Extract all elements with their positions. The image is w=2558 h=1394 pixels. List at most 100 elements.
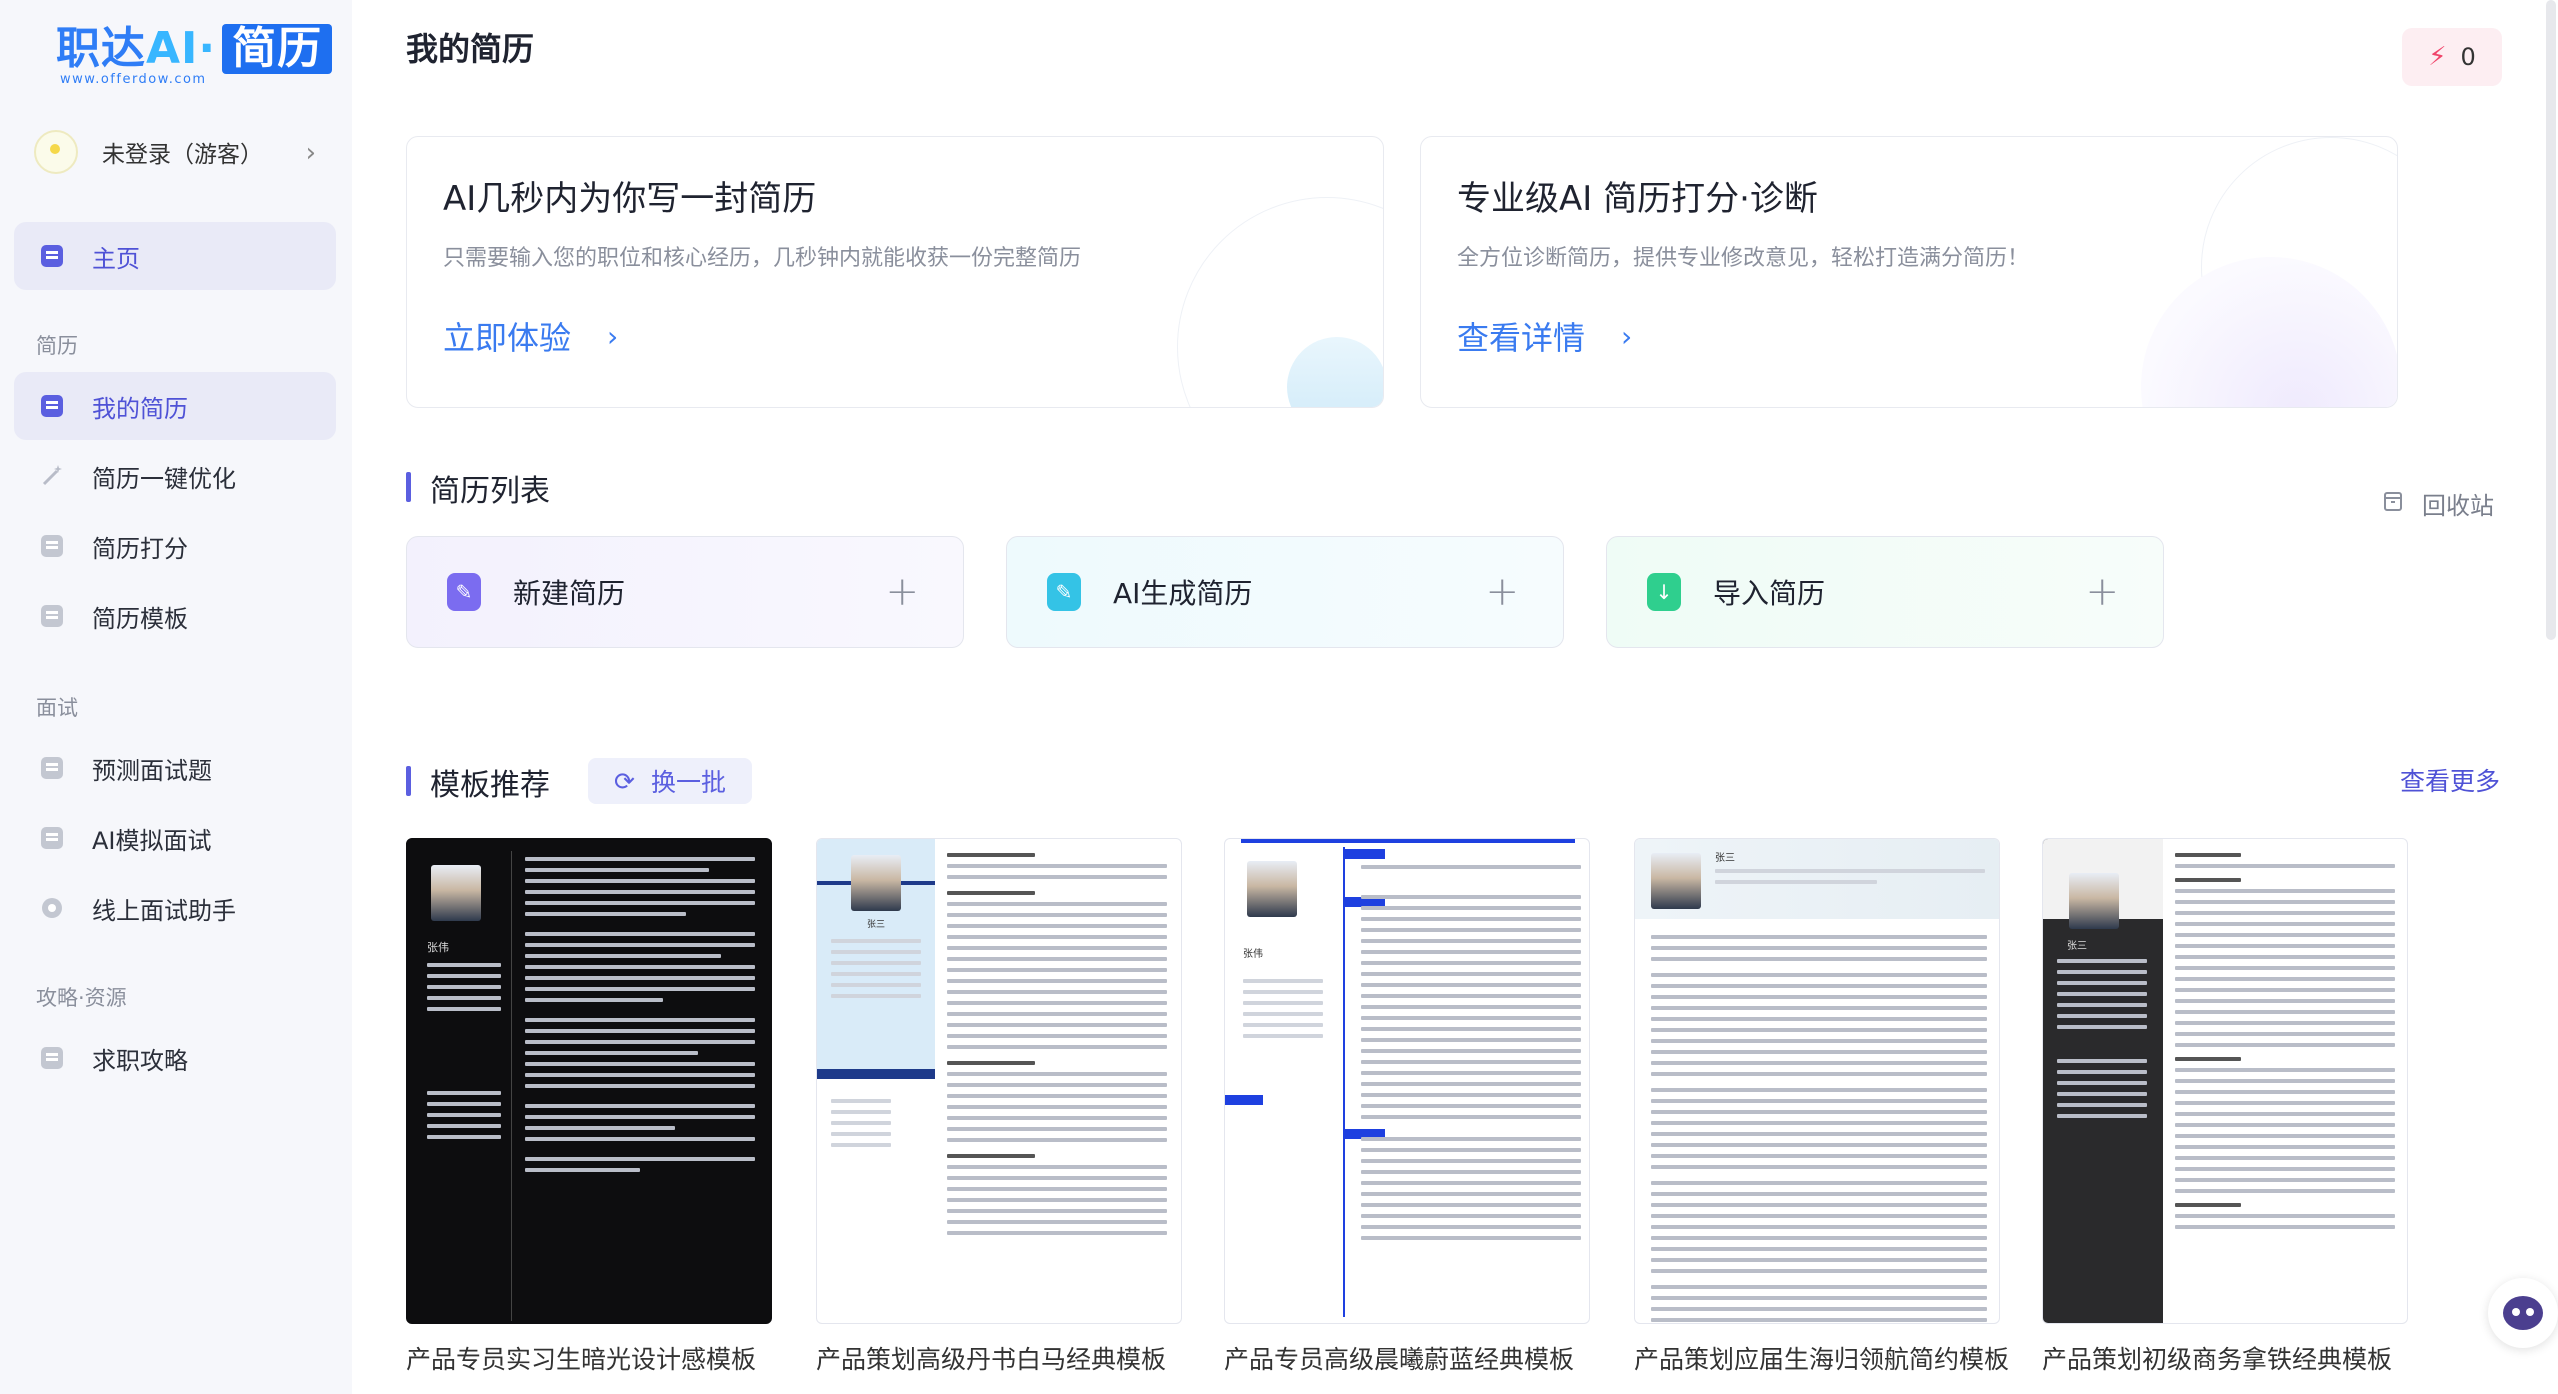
resume-text-lines xyxy=(2057,959,2147,1125)
resume-text-lines xyxy=(427,963,501,1146)
promo-title: AI几秒内为你写一封简历 xyxy=(443,179,817,219)
section-label-guide: 攻略·资源 xyxy=(36,986,127,1010)
logo-url: www.offerdow.com xyxy=(60,72,207,87)
action-label: 导入简历 xyxy=(1713,577,1826,610)
sidebar-item-my-resume[interactable]: 我的简历 xyxy=(14,372,336,440)
label-tag xyxy=(1345,849,1385,859)
resume-text-lines xyxy=(1651,935,1987,1323)
assistant-icon xyxy=(38,894,66,922)
template-caption[interactable]: 产品策划初级商务拿铁经典模板 xyxy=(2042,1340,2392,1376)
cta-label: 立即体验 xyxy=(443,319,572,357)
chatbot-button[interactable] xyxy=(2488,1278,2558,1348)
import-resume-button[interactable]: ↓ 导入简历 + xyxy=(1606,536,2164,648)
sidebar-item-resume-score[interactable]: 简历打分 xyxy=(14,512,336,580)
sidebar-item-label: 求职攻略 xyxy=(92,1046,188,1075)
portrait-photo xyxy=(2069,873,2119,929)
template-caption[interactable]: 产品专员高级晨曦蔚蓝经典模板 xyxy=(1224,1340,1574,1376)
resume-text-lines xyxy=(1715,869,1985,891)
template-card[interactable]: 张三 xyxy=(1634,838,2000,1324)
accent-bar xyxy=(1241,839,1575,843)
chevron-right-icon: › xyxy=(305,138,316,168)
sidebar-item-home[interactable]: 主页 xyxy=(14,222,336,290)
timeline-line xyxy=(1343,847,1345,1317)
plus-icon: + xyxy=(885,569,919,615)
logo-text-a: 职达 xyxy=(56,23,146,74)
view-more-link[interactable]: 查看更多 xyxy=(2400,762,2500,798)
label-tag xyxy=(1225,1095,1263,1105)
question-icon xyxy=(38,754,66,782)
refresh-batch-button[interactable]: ⟳ 换一批 xyxy=(588,758,752,804)
sidebar-item-label: 我的简历 xyxy=(92,394,188,423)
template-card[interactable]: 张三 xyxy=(2042,838,2408,1324)
logo-text-b: 简历 xyxy=(222,24,333,74)
logo-text-ai: AI· xyxy=(146,23,217,74)
sidebar-item-resume-template[interactable]: 简历模板 xyxy=(14,582,336,650)
lightning-icon: ⚡ xyxy=(2428,42,2447,72)
action-label: 新建简历 xyxy=(513,577,626,610)
sidebar: 职达AI· 简历 www.offerdow.com 未登录（游客） › 主页 简历… xyxy=(0,0,352,1394)
document-icon xyxy=(38,392,66,420)
sidebar-item-label: 简历模板 xyxy=(92,604,188,633)
ai-generate-resume-button[interactable]: ✎ AI生成简历 + xyxy=(1006,536,1564,648)
try-now-link[interactable]: 立即体验 › xyxy=(443,313,618,359)
sidebar-item-label: 线上面试助手 xyxy=(92,896,236,925)
template-caption[interactable]: 产品策划高级丹书白马经典模板 xyxy=(816,1340,1166,1376)
home-icon xyxy=(38,242,66,270)
divider xyxy=(511,851,512,1321)
portrait-photo xyxy=(851,855,901,911)
book-icon xyxy=(38,1044,66,1072)
scrollbar[interactable] xyxy=(2546,0,2556,640)
recycle-label: 回收站 xyxy=(2422,492,2494,520)
user-profile[interactable]: 未登录（游客） › xyxy=(34,124,330,180)
chevron-right-icon: › xyxy=(1621,319,1633,353)
sidebar-item-interview-assistant[interactable]: 线上面试助手 xyxy=(14,874,336,942)
sidebar-item-label: 主页 xyxy=(92,244,140,273)
template-icon xyxy=(38,602,66,630)
logo[interactable]: 职达AI· 简历 www.offerdow.com xyxy=(56,23,333,92)
section-label-resume: 简历 xyxy=(36,334,78,358)
swap-label: 换一批 xyxy=(650,768,726,797)
avatar xyxy=(34,130,78,174)
user-name: 未登录（游客） xyxy=(102,142,263,168)
portrait-photo xyxy=(431,865,481,921)
template-caption[interactable]: 产品策划应届生海归领航简约模板 xyxy=(1634,1340,2009,1376)
sidebar-item-label: 预测面试题 xyxy=(92,756,212,785)
resume-text-lines xyxy=(1243,979,1323,1045)
chatbot-icon xyxy=(2503,1296,2543,1330)
resume-text-lines xyxy=(2175,853,2395,1236)
sidebar-item-label: AI模拟面试 xyxy=(92,826,212,855)
template-card[interactable]: 张伟 xyxy=(406,838,772,1324)
template-name: 张伟 xyxy=(427,941,449,954)
credits-count: 0 xyxy=(2460,43,2476,71)
new-resume-button[interactable]: ✎ 新建简历 + xyxy=(406,536,964,648)
template-caption[interactable]: 产品专员实习生暗光设计感模板 xyxy=(406,1340,756,1376)
page-title: 我的简历 xyxy=(406,30,535,68)
promo-card-score-diagnosis[interactable]: 专业级AI 简历打分·诊断 全方位诊断简历，提供专业修改意见，轻松打造满分简历！… xyxy=(1420,136,2398,408)
sidebar-item-job-guide[interactable]: 求职攻略 xyxy=(14,1024,336,1092)
resume-text-lines xyxy=(831,1099,891,1154)
resume-text-lines xyxy=(831,939,921,1005)
resume-text-lines xyxy=(525,857,755,1179)
chat-icon xyxy=(38,824,66,852)
magic-wand-icon xyxy=(38,462,66,490)
sidebar-item-label: 简历一键优化 xyxy=(92,464,236,493)
cta-label: 查看详情 xyxy=(1457,319,1586,357)
template-name: 张三 xyxy=(2067,941,2087,952)
resume-list-heading: 简历列表 xyxy=(406,466,550,510)
logo-text: 职达AI· 简历 xyxy=(56,23,333,74)
app-window: 职达AI· 简历 www.offerdow.com 未登录（游客） › 主页 简历… xyxy=(0,0,2558,1394)
template-card[interactable]: 张伟 xyxy=(1224,838,1590,1324)
portrait-photo xyxy=(1651,853,1701,909)
credits-badge[interactable]: ⚡ 0 xyxy=(2402,28,2502,86)
action-label: AI生成简历 xyxy=(1113,577,1253,610)
plus-icon: + xyxy=(1485,569,1519,615)
accent-bar xyxy=(817,1069,935,1079)
sidebar-item-ai-mock-interview[interactable]: AI模拟面试 xyxy=(14,804,336,872)
promo-card-ai-write[interactable]: AI几秒内为你写一封简历 只需要输入您的职位和核心经历，几秒钟内就能收获一份完整… xyxy=(406,136,1384,408)
resume-text-lines xyxy=(1361,865,1581,1247)
sidebar-item-resume-optimize[interactable]: 简历一键优化 xyxy=(14,442,336,510)
sidebar-item-predict-questions[interactable]: 预测面试题 xyxy=(14,734,336,802)
view-details-link[interactable]: 查看详情 › xyxy=(1457,313,1632,359)
recycle-bin-button[interactable]: 回收站 xyxy=(2382,486,2494,521)
template-card[interactable]: 张三 xyxy=(816,838,1182,1324)
